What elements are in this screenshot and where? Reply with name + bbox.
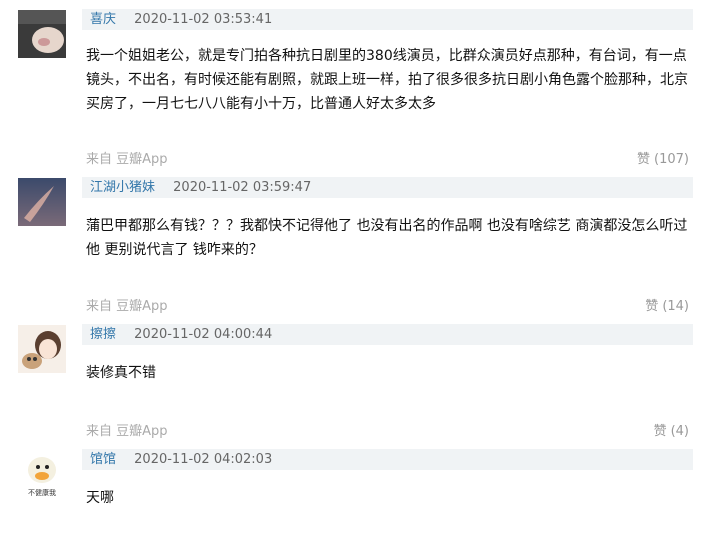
comment-timestamp: 2020-11-02 03:59:47 — [173, 180, 312, 195]
like-button[interactable]: 赞 (107) — [637, 148, 689, 167]
like-label: 赞 — [637, 152, 651, 167]
like-count: (4) — [670, 424, 689, 439]
comment-timestamp: 2020-11-02 03:53:41 — [134, 12, 273, 27]
comment-meta-bar: 馆馆 2020-11-02 04:02:03 — [82, 449, 693, 470]
comment-footer: 来自 豆瓣App 赞 (4) — [86, 420, 689, 440]
like-button[interactable]: 赞 (14) — [645, 295, 689, 314]
comment-meta-bar: 江湖小猪妹 2020-11-02 03:59:47 — [82, 177, 693, 198]
avatar[interactable]: 不健康我 — [18, 450, 66, 498]
comment-meta-bar: 擦擦 2020-11-02 04:00:44 — [82, 324, 693, 345]
like-label: 赞 — [645, 299, 659, 314]
comment-timestamp: 2020-11-02 04:02:03 — [134, 452, 273, 467]
author-link[interactable]: 喜庆 — [90, 12, 116, 27]
source-label: 来自 豆瓣App — [86, 424, 168, 439]
comment-timestamp: 2020-11-02 04:00:44 — [134, 327, 273, 342]
author-link[interactable]: 擦擦 — [90, 327, 116, 342]
like-count: (14) — [662, 299, 689, 314]
comment-footer: 来自 豆瓣App 赞 (107) — [86, 148, 689, 168]
author-link[interactable]: 馆馆 — [90, 452, 116, 467]
avatar[interactable] — [18, 325, 66, 373]
source-label: 来自 豆瓣App — [86, 152, 168, 167]
like-label: 赞 — [653, 424, 667, 439]
comment-text: 蒲巴甲都那么有钱？？？我都快不记得他了 也没有出名的作品啊 也没有啥综艺 商演都… — [86, 218, 688, 258]
avatar[interactable] — [18, 178, 66, 226]
comment-footer: 来自 豆瓣App 赞 (14) — [86, 295, 689, 315]
source-label: 来自 豆瓣App — [86, 299, 168, 314]
comment-text: 我一个姐姐老公，就是专门拍各种抗日剧里的380线演员，比群众演员好点那种，有台词… — [86, 48, 688, 112]
comment-meta-bar: 喜庆 2020-11-02 03:53:41 — [82, 9, 693, 30]
like-button[interactable]: 赞 (4) — [654, 420, 689, 439]
avatar-caption: 不健康我 — [28, 488, 56, 497]
comment-text: 天哪 — [86, 490, 114, 506]
author-link[interactable]: 江湖小猪妹 — [90, 180, 155, 195]
like-count: (107) — [654, 152, 689, 167]
comment-text: 装修真不错 — [86, 365, 156, 381]
avatar[interactable] — [18, 10, 66, 58]
